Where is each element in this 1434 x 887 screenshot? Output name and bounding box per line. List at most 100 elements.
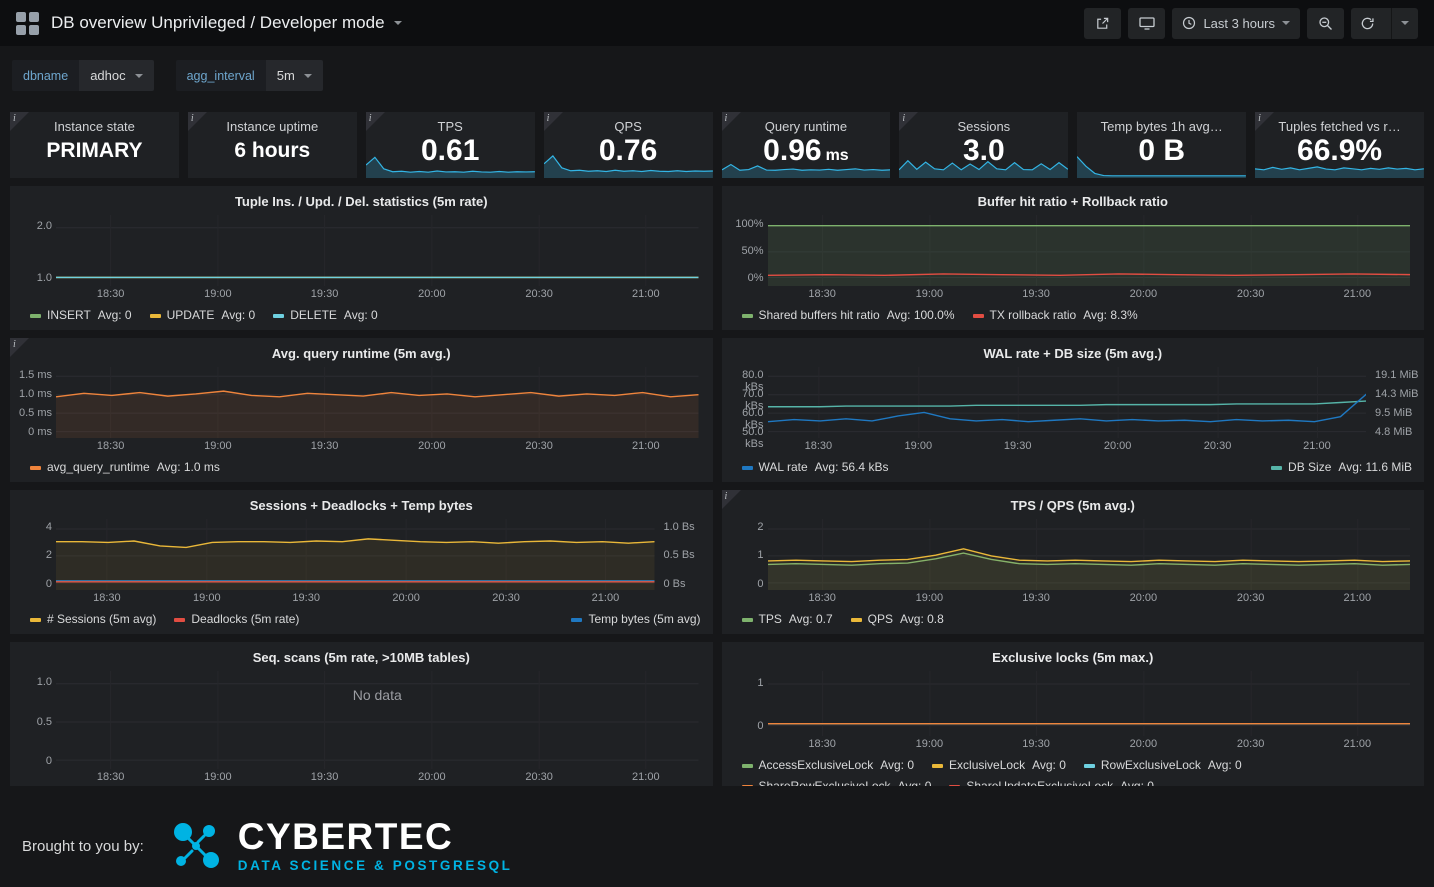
x-axis-label: 20:30 — [1237, 738, 1265, 750]
legend-value: Avg: 0.7 — [789, 612, 833, 626]
panel-title[interactable]: Buffer hit ratio + Rollback ratio — [722, 186, 1425, 211]
y-axis-label: 0 ms — [10, 426, 52, 438]
legend-item[interactable]: AccessExclusiveLockAvg: 0 — [742, 756, 915, 775]
x-axis-label: 20:30 — [1204, 440, 1232, 452]
no-data-text: No data — [56, 687, 699, 703]
plot-area[interactable] — [768, 519, 1411, 590]
panel-title[interactable]: WAL rate + DB size (5m avg.) — [722, 338, 1425, 363]
y-axis-label: 2 — [10, 549, 52, 561]
stat-value: PRIMARY — [10, 134, 179, 167]
legend-item[interactable]: QPSAvg: 0.8 — [851, 610, 944, 629]
x-axis: 18:3019:0019:3020:0020:3021:00 — [768, 592, 1411, 607]
y-axis-label-right: 1.0 Bs — [659, 521, 713, 533]
stat-value: 66.9% — [1255, 134, 1424, 167]
variable-value-dropdown[interactable]: 5m — [266, 60, 323, 91]
x-axis: 18:3019:0019:3020:0020:3021:00 — [56, 592, 655, 607]
legend-item[interactable]: DB SizeAvg: 11.6 MiB — [1271, 458, 1412, 477]
legend-value: Avg: 1.0 ms — [157, 460, 220, 474]
refresh-icon-segment[interactable] — [1351, 8, 1384, 39]
chevron-down-icon — [304, 74, 312, 78]
info-icon[interactable]: i — [899, 112, 918, 131]
legend-item[interactable]: DELETEAvg: 0 — [273, 306, 378, 325]
stat-panel-title: Sessions — [899, 119, 1068, 134]
stat-panel-5: iQuery runtime0.96ms — [722, 112, 891, 178]
x-axis-label: 20:30 — [492, 592, 520, 604]
legend-item[interactable]: # Sessions (5m avg) — [30, 610, 156, 629]
info-icon[interactable]: i — [722, 490, 741, 509]
legend-value: Avg: 0 — [898, 779, 932, 786]
graph-panel-2: Buffer hit ratio + Rollback ratio100%50%… — [722, 186, 1425, 330]
info-icon[interactable]: i — [188, 112, 207, 131]
plot-area[interactable]: No data — [56, 671, 699, 769]
dashboard-title[interactable]: DB overview Unprivileged / Developer mod… — [51, 13, 402, 33]
y-axis-label-right: 19.1 MiB — [1370, 369, 1424, 381]
legend: Shared buffers hit ratioAvg: 100.0% TX ro… — [722, 303, 1425, 330]
panel-title[interactable]: Exclusive locks (5m max.) — [722, 642, 1425, 667]
share-button[interactable] — [1084, 8, 1121, 39]
variable-value-dropdown[interactable]: adhoc — [79, 60, 153, 91]
panel-title[interactable]: Avg. query runtime (5m avg.) — [10, 338, 713, 363]
x-axis-label: 19:00 — [204, 440, 232, 452]
x-axis: 18:3019:0019:3020:0020:3021:00 — [56, 440, 699, 455]
y-axis-label: 1.5 ms — [10, 369, 52, 381]
legend-item[interactable]: Deadlocks (5m rate) — [174, 610, 299, 629]
legend-color-icon — [949, 785, 960, 786]
legend-item[interactable]: WAL rateAvg: 56.4 kBs — [742, 458, 889, 477]
x-axis-label: 19:30 — [311, 440, 339, 452]
info-icon[interactable]: i — [10, 338, 29, 357]
stat-panel-1: iInstance statePRIMARY — [10, 112, 179, 178]
x-axis-label: 20:00 — [392, 592, 420, 604]
legend: avg_query_runtimeAvg: 1.0 ms — [10, 455, 713, 482]
stat-panel-4: iQPS0.76 — [544, 112, 713, 178]
info-icon[interactable]: i — [1255, 112, 1274, 131]
legend-value: Avg: 56.4 kBs — [815, 460, 889, 474]
x-axis-label: 18:30 — [93, 592, 121, 604]
plot-area[interactable] — [768, 215, 1411, 286]
plot-area[interactable] — [768, 671, 1411, 736]
grafana-logo-icon[interactable] — [12, 8, 42, 38]
refresh-button[interactable] — [1351, 8, 1418, 39]
plot-area[interactable] — [56, 519, 655, 590]
legend-item[interactable]: ShareRowExclusiveLockAvg: 0 — [742, 777, 932, 786]
plot-area[interactable] — [768, 367, 1367, 438]
legend-item[interactable]: TPSAvg: 0.7 — [742, 610, 833, 629]
chart-body: 2.01.0 — [10, 213, 713, 287]
legend-item[interactable]: ShareUpdateExclusiveLockAvg: 0 — [949, 777, 1154, 786]
legend-item[interactable]: ExclusiveLockAvg: 0 — [932, 756, 1066, 775]
legend-item[interactable]: Temp bytes (5m avg) — [571, 610, 700, 629]
y-axis-label-right: 14.3 MiB — [1370, 388, 1424, 400]
info-icon[interactable]: i — [366, 112, 385, 131]
y-axis-label: 1 — [722, 549, 764, 561]
chart-body: 4201.0 Bs0.5 Bs0 Bs — [10, 517, 713, 591]
stat-panel-8: iTuples fetched vs r…66.9% — [1255, 112, 1424, 178]
x-axis-label: 20:30 — [525, 288, 553, 300]
legend-item[interactable]: Shared buffers hit ratioAvg: 100.0% — [742, 306, 955, 325]
legend-item[interactable]: UPDATEAvg: 0 — [150, 306, 256, 325]
cycle-view-button[interactable] — [1128, 8, 1165, 39]
refresh-interval-dropdown[interactable] — [1391, 8, 1418, 39]
panel-title[interactable]: Seq. scans (5m rate, >10MB tables) — [10, 642, 713, 667]
legend-item[interactable]: INSERTAvg: 0 — [30, 306, 132, 325]
tv-icon — [1139, 16, 1155, 31]
info-icon[interactable]: i — [722, 112, 741, 131]
series-line-DB Size — [768, 401, 1367, 407]
legend: TPSAvg: 0.7 QPSAvg: 0.8 — [722, 607, 1425, 634]
panel-title[interactable]: TPS / QPS (5m avg.) — [722, 490, 1425, 515]
legend-item[interactable]: RowExclusiveLockAvg: 0 — [1084, 756, 1242, 775]
legend-item[interactable]: avg_query_runtimeAvg: 1.0 ms — [30, 458, 220, 477]
plot-area[interactable] — [56, 215, 699, 286]
plot-area[interactable] — [56, 367, 699, 438]
x-axis-label: 21:00 — [632, 771, 660, 783]
panel-title[interactable]: Sessions + Deadlocks + Temp bytes — [10, 490, 713, 515]
time-range-picker[interactable]: Last 3 hours — [1172, 8, 1300, 39]
panel-title[interactable]: Tuple Ins. / Upd. / Del. statistics (5m … — [10, 186, 713, 211]
info-icon[interactable]: i — [544, 112, 563, 131]
stat-value: 0.96ms — [722, 134, 891, 172]
legend-item[interactable]: TX rollback ratioAvg: 8.3% — [973, 306, 1138, 325]
info-icon[interactable]: i — [10, 112, 29, 131]
x-axis-label: 18:30 — [808, 592, 836, 604]
x-axis-label: 20:00 — [418, 440, 446, 452]
x-axis-label: 21:00 — [1344, 592, 1372, 604]
zoom-out-button[interactable] — [1307, 8, 1344, 39]
variable-label: dbname — [12, 60, 79, 91]
